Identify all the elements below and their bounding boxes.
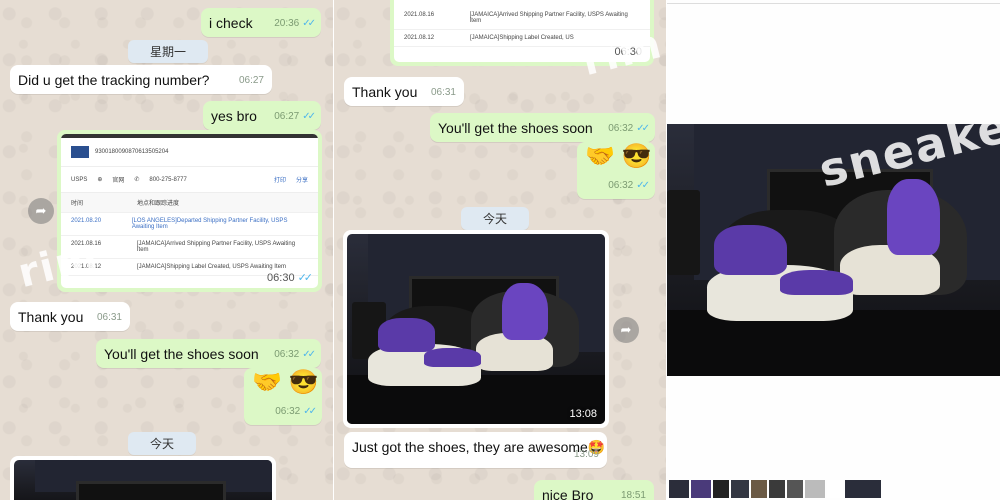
- message-time: 06:32 ✓✓: [275, 406, 317, 417]
- message-bubble[interactable]: i check 20:36 ✓✓: [201, 8, 321, 37]
- message-text: Thank you: [352, 84, 418, 100]
- message-time: 06:27 ✓✓: [274, 111, 316, 122]
- image-time: 06:30: [614, 46, 642, 58]
- message-time: 06:27: [238, 75, 264, 86]
- emoji-message[interactable]: 🤝 😎 06:32 ✓✓: [577, 142, 655, 199]
- message-bubble[interactable]: You'll get the shoes soon 06:32 ✓✓: [430, 113, 655, 142]
- top-divider: [667, 3, 1000, 4]
- message-time: 06:32 ✓✓: [274, 349, 316, 360]
- image-time: 13:08: [569, 408, 597, 420]
- forward-icon[interactable]: ➦: [28, 198, 54, 224]
- message-bubble[interactable]: You'll get the shoes soon 06:32 ✓✓: [96, 339, 321, 368]
- message-bubble[interactable]: yes bro 06:27 ✓✓: [203, 101, 321, 130]
- message-time: 06:32 ✓✓: [608, 180, 650, 191]
- site-link: 官网: [112, 178, 125, 184]
- read-ticks-icon: ✓✓: [302, 18, 316, 29]
- carrier-name: USPS: [71, 176, 88, 183]
- handshake-sunglasses-emoji: 🤝 😎: [585, 143, 652, 170]
- message-time: 18:51: [620, 490, 646, 500]
- message-bubble[interactable]: Just got the shoes, they are awesome🤩 13…: [344, 432, 607, 468]
- usps-logo-icon: [71, 146, 89, 158]
- chat-panel-middle: 2021.08.16 [JAMAICA]Arrived Shipping Par…: [334, 0, 666, 500]
- tracking-image-message[interactable]: 2021.08.16 [JAMAICA]Arrived Shipping Par…: [390, 0, 654, 66]
- thumbnail[interactable]: [845, 480, 881, 498]
- thumbnail[interactable]: [731, 480, 749, 498]
- forward-icon[interactable]: ➦: [613, 317, 639, 343]
- column-header-time: 时间: [71, 201, 84, 207]
- tracking-event-row: 2021.08.20 [LOS ANGELES]Departed Shippin…: [61, 213, 318, 236]
- message-time: 20:36 ✓✓: [274, 18, 316, 29]
- thumbnail[interactable]: [787, 480, 803, 498]
- thumbnail[interactable]: [769, 480, 785, 498]
- message-text: Thank you: [18, 309, 84, 325]
- tracking-screenshot: 2021.08.16 [JAMAICA]Arrived Shipping Par…: [394, 0, 650, 62]
- read-ticks-icon: ✓✓: [302, 111, 316, 122]
- read-ticks-icon: ✓✓: [302, 349, 316, 360]
- tracking-image-message[interactable]: 9300180090870613505204 USPS ⊕ 官网 ✆ 800-2…: [57, 130, 322, 292]
- read-ticks-icon: ✓✓: [636, 180, 650, 191]
- date-chip: 今天: [461, 207, 530, 230]
- thumbnail[interactable]: [805, 480, 825, 498]
- message-time: 06:32 ✓✓: [608, 123, 650, 134]
- photo-viewer-panel: sneaker: [667, 0, 1000, 500]
- handshake-sunglasses-emoji: 🤝 😎: [252, 369, 319, 396]
- phone-icon: ✆: [134, 177, 140, 183]
- tracking-event-row: 2021.08.16 [JAMAICA]Arrived Shipping Par…: [61, 236, 318, 259]
- thumbnail[interactable]: [691, 480, 711, 498]
- photo-message[interactable]: [10, 456, 276, 500]
- photo-message[interactable]: 13:08: [343, 230, 609, 428]
- thumbnail[interactable]: [669, 480, 689, 498]
- message-text: Did u get the tracking number?: [18, 72, 210, 88]
- column-header-status: 地点和跟踪进度: [137, 201, 180, 207]
- tracking-screenshot: 9300180090870613505204 USPS ⊕ 官网 ✆ 800-2…: [61, 134, 318, 288]
- shoe-photo: [14, 460, 272, 500]
- message-bubble[interactable]: Thank you 06:31: [10, 302, 130, 331]
- thumbnail[interactable]: [751, 480, 767, 498]
- share-action: 分享: [295, 178, 308, 184]
- emoji-message[interactable]: 🤝 😎 06:32 ✓✓: [244, 368, 322, 425]
- message-time: 13:09: [573, 449, 599, 460]
- message-bubble[interactable]: nice Bro 18:51: [534, 480, 654, 500]
- message-time: 06:31: [96, 312, 122, 323]
- tracking-event-row: 2021.08.16 [JAMAICA]Arrived Shipping Par…: [394, 0, 650, 30]
- tracking-event-row: 2021.08.12 [JAMAICA]Shipping Label Creat…: [394, 30, 650, 47]
- read-ticks-icon: ✓✓: [303, 406, 317, 417]
- image-time: 06:30 ✓✓: [267, 272, 313, 284]
- message-time: 06:31: [430, 87, 456, 98]
- message-text: Just got the shoes, they are awesome🤩: [352, 439, 606, 455]
- date-chip: 星期一: [128, 40, 209, 63]
- thumbnail[interactable]: [713, 480, 729, 498]
- print-action: 打印: [273, 178, 286, 184]
- date-chip: 今天: [128, 432, 197, 455]
- thumbnail[interactable]: [827, 480, 843, 498]
- chat-panel-left: i check 20:36 ✓✓ 星期一 Did u get the tracki…: [0, 0, 333, 500]
- thumbnail-strip[interactable]: [667, 480, 1000, 500]
- shoe-photo: [667, 124, 1000, 376]
- read-ticks-icon: ✓✓: [636, 123, 650, 134]
- message-bubble[interactable]: Did u get the tracking number? 06:27: [10, 65, 272, 94]
- full-photo[interactable]: sneaker: [667, 124, 1000, 376]
- globe-icon: ⊕: [97, 177, 103, 183]
- carrier-phone: 800-275-8777: [149, 176, 187, 183]
- message-bubble[interactable]: Thank you 06:31: [344, 77, 464, 106]
- shoe-photo: [347, 234, 605, 424]
- tracking-number: 9300180090870613505204: [95, 149, 169, 155]
